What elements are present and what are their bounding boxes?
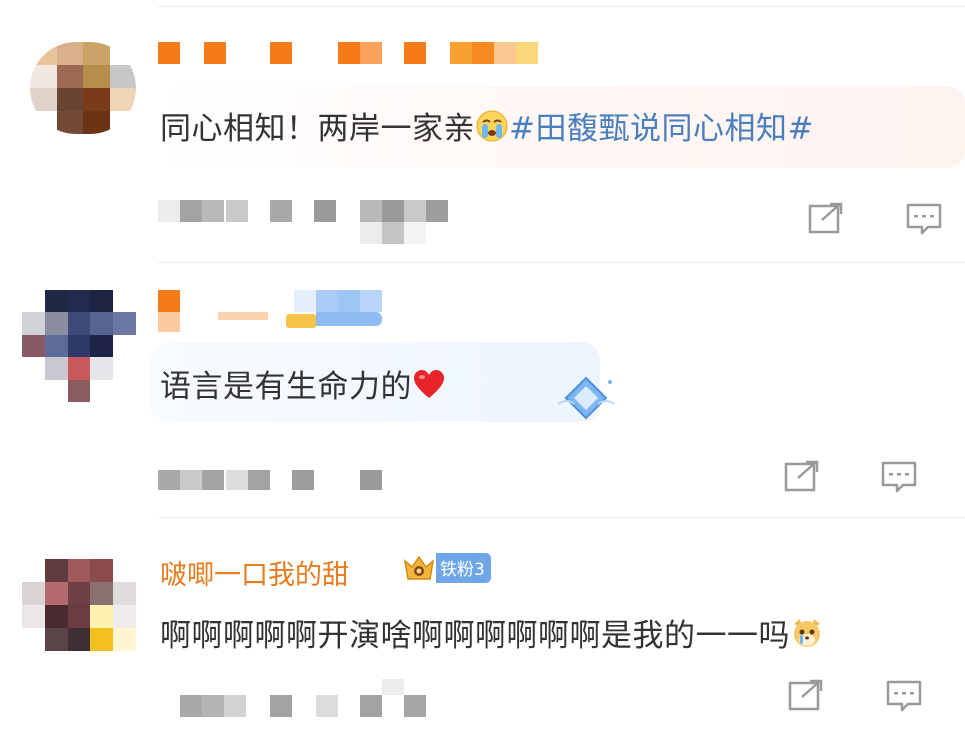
topic-link[interactable]: #田馥甄说同心相知# (509, 111, 814, 147)
crown-icon (402, 553, 436, 583)
comment-meta (180, 679, 440, 719)
avatar[interactable] (22, 290, 136, 402)
avatar[interactable] (22, 559, 136, 651)
comment-meta (158, 200, 458, 246)
comment-icon[interactable] (886, 680, 922, 712)
username[interactable] (158, 42, 540, 64)
share-icon[interactable] (788, 679, 824, 711)
red-heart-emoji (412, 369, 446, 409)
username[interactable]: 啵唧一口我的甜 (160, 553, 349, 592)
crying-face-emoji (475, 109, 509, 151)
share-icon[interactable] (808, 202, 844, 234)
fan-badge[interactable] (286, 290, 384, 328)
comment-text: 啊啊啊啊啊开演啥啊啊啊啊啊啊是我的一一吗 (160, 610, 824, 658)
comment-item: 同心相知！两岸一家亲 #田馥甄说同心相知# (0, 0, 965, 262)
share-icon[interactable] (784, 460, 820, 492)
diamond-decoration (556, 374, 616, 424)
comment-item: 啵唧一口我的甜 铁粉3 啊啊啊啊啊开演啥啊啊啊啊啊啊是我的一一吗 (0, 517, 965, 744)
comment-item: 语言是有生命力的 (0, 262, 965, 517)
fan-badge-label: 铁粉3 (436, 553, 491, 583)
comment-icon[interactable] (906, 203, 942, 235)
comment-text: 同心相知！两岸一家亲 #田馥甄说同心相知# (160, 103, 814, 151)
avatar[interactable] (30, 42, 136, 134)
comment-body: 啊啊啊啊啊开演啥啊啊啊啊啊啊是我的一一吗 (160, 618, 790, 654)
comment-text: 语言是有生命力的 (160, 361, 446, 409)
fan-badge[interactable]: 铁粉3 (402, 553, 491, 583)
comment-icon[interactable] (881, 461, 917, 493)
dog-emoji (790, 616, 824, 658)
comment-body: 语言是有生命力的 (160, 369, 412, 405)
comment-meta (158, 468, 398, 492)
comment-body: 同心相知！两岸一家亲 (160, 111, 475, 147)
